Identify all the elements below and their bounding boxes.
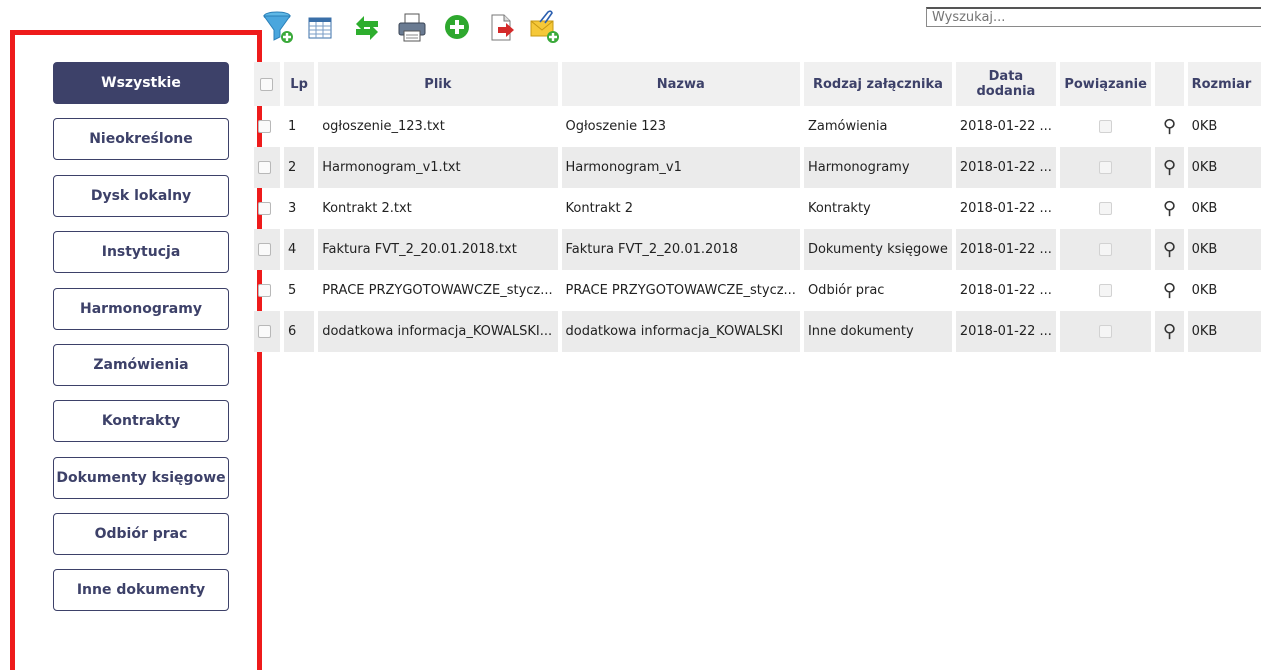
column-header-rodzaj[interactable]: Rodzaj załącznika (799, 62, 954, 106)
column-header-attachment (1151, 62, 1186, 106)
cell-rozmiar: 0KB (1191, 201, 1218, 216)
cell-rozmiar: 0KB (1191, 283, 1218, 298)
paperclip-icon[interactable]: ⚲ (1163, 280, 1176, 301)
category-button-odbior-prac[interactable]: Odbiór prac (53, 513, 229, 555)
print-icon[interactable] (395, 10, 429, 44)
cell-data: 2018-01-22 ... (959, 201, 1052, 216)
cell-nazwa: PRACE PRZYGOTOWAWCZE_stycz... (565, 283, 796, 298)
category-button-kontrakty[interactable]: Kontrakty (53, 400, 229, 442)
link-checkbox[interactable] (1099, 325, 1113, 338)
category-button-nieokreslone[interactable]: Nieokreślone (53, 118, 229, 160)
cell-plik: Faktura FVT_2_20.01.2018.txt (316, 229, 560, 270)
column-header-nazwa[interactable]: Nazwa (557, 62, 802, 106)
column-header-rozmiar[interactable]: Rozmiar (1183, 62, 1261, 106)
cell-plik: Kontrakt 2.txt (322, 201, 412, 216)
export-icon[interactable] (484, 10, 518, 44)
cell-rozmiar: 0KB (1185, 147, 1261, 188)
table-row[interactable]: 5 PRACE PRZYGOTOWAWCZE_stycz... PRACE PR… (252, 270, 1261, 311)
attachments-table: Lp Plik Nazwa Rodzaj załącznika Data dod… (250, 62, 1261, 352)
cell-rodzaj: Dokumenty księgowe (801, 229, 954, 270)
row-checkbox[interactable] (258, 120, 271, 133)
link-checkbox[interactable] (1099, 120, 1113, 133)
cell-nazwa: Ogłoszenie 123 (565, 119, 667, 134)
category-button-wszystkie[interactable]: Wszystkie (53, 62, 229, 104)
cell-rodzaj: Zamówienia (807, 119, 888, 134)
column-header-powiazanie[interactable]: Powiązanie (1055, 62, 1154, 106)
cell-lp: 2 (281, 147, 317, 188)
link-checkbox[interactable] (1099, 284, 1113, 297)
cell-data: 2018-01-22 ... (953, 311, 1058, 352)
select-all-checkbox[interactable] (260, 77, 274, 91)
paperclip-icon[interactable]: ⚲ (1163, 116, 1176, 137)
cell-nazwa: Kontrakt 2 (565, 201, 634, 216)
attach-mail-icon[interactable] (528, 10, 562, 44)
cell-plik: Harmonogram_v1.txt (316, 147, 560, 188)
filter-add-icon[interactable] (262, 10, 296, 44)
paperclip-icon[interactable]: ⚲ (1163, 239, 1176, 260)
cell-lp: 5 (287, 283, 297, 298)
table-row[interactable]: 2 Harmonogram_v1.txt Harmonogram_v1 Harm… (252, 147, 1261, 188)
cell-rodzaj: Odbiór prac (807, 283, 885, 298)
cell-nazwa: Faktura FVT_2_20.01.2018 (559, 229, 802, 270)
cell-rodzaj: Harmonogramy (801, 147, 954, 188)
row-checkbox[interactable] (258, 325, 271, 338)
cell-nazwa: Harmonogram_v1 (559, 147, 802, 188)
cell-data: 2018-01-22 ... (959, 283, 1052, 298)
row-checkbox[interactable] (258, 161, 271, 174)
cell-lp: 4 (281, 229, 317, 270)
select-all-header[interactable] (250, 62, 282, 106)
category-button-dysk-lokalny[interactable]: Dysk lokalny (53, 175, 229, 217)
category-button-instytucja[interactable]: Instytucja (53, 231, 229, 273)
column-header-data[interactable]: Data dodania (951, 62, 1058, 106)
cell-data: 2018-01-22 ... (959, 119, 1052, 134)
category-button-zamowienia[interactable]: Zamówienia (53, 344, 229, 386)
cell-plik: PRACE PRZYGOTOWAWCZE_stycz... (322, 283, 553, 298)
cell-lp: 1 (287, 119, 297, 134)
row-checkbox[interactable] (258, 243, 271, 256)
category-button-harmonogramy[interactable]: Harmonogramy (53, 288, 229, 330)
category-button-inne-dokumenty[interactable]: Inne dokumenty (53, 569, 229, 611)
cell-plik: dodatkowa informacja_KOWALSKI... (316, 311, 560, 352)
link-checkbox[interactable] (1099, 161, 1113, 174)
link-checkbox[interactable] (1099, 202, 1113, 215)
cell-rozmiar: 0KB (1185, 311, 1261, 352)
cell-data: 2018-01-22 ... (953, 147, 1058, 188)
cell-rodzaj: Inne dokumenty (801, 311, 954, 352)
table-header-row: Lp Plik Nazwa Rodzaj załącznika Data dod… (250, 62, 1261, 106)
table-row[interactable]: 3 Kontrakt 2.txt Kontrakt 2 Kontrakty 20… (252, 188, 1261, 229)
row-checkbox[interactable] (258, 202, 271, 215)
paperclip-icon[interactable]: ⚲ (1163, 198, 1176, 219)
table-columns-icon[interactable] (304, 10, 338, 44)
cell-plik: ogłoszenie_123.txt (322, 119, 445, 134)
category-button-dokumenty-ksiegowe[interactable]: Dokumenty księgowe (53, 457, 229, 499)
cell-lp: 6 (281, 311, 317, 352)
add-icon[interactable] (440, 10, 474, 44)
paperclip-icon[interactable]: ⚲ (1163, 321, 1176, 342)
cell-rozmiar: 0KB (1191, 119, 1218, 134)
cell-nazwa: dodatkowa informacja_KOWALSKI (559, 311, 802, 352)
cell-lp: 3 (287, 201, 297, 216)
table-row[interactable]: 4 Faktura FVT_2_20.01.2018.txt Faktura F… (252, 229, 1261, 270)
row-checkbox[interactable] (258, 284, 271, 297)
refresh-icon[interactable] (350, 10, 384, 44)
paperclip-icon[interactable]: ⚲ (1163, 157, 1176, 178)
cell-data: 2018-01-22 ... (953, 229, 1058, 270)
column-header-plik[interactable]: Plik (314, 62, 560, 106)
column-header-lp[interactable]: Lp (279, 62, 317, 106)
table-row[interactable]: 6 dodatkowa informacja_KOWALSKI... dodat… (252, 311, 1261, 352)
cell-rodzaj: Kontrakty (807, 201, 871, 216)
table-row[interactable]: 1 ogłoszenie_123.txt Ogłoszenie 123 Zamó… (252, 106, 1261, 147)
search-input[interactable] (926, 7, 1261, 27)
cell-rozmiar: 0KB (1185, 229, 1261, 270)
link-checkbox[interactable] (1099, 243, 1113, 256)
